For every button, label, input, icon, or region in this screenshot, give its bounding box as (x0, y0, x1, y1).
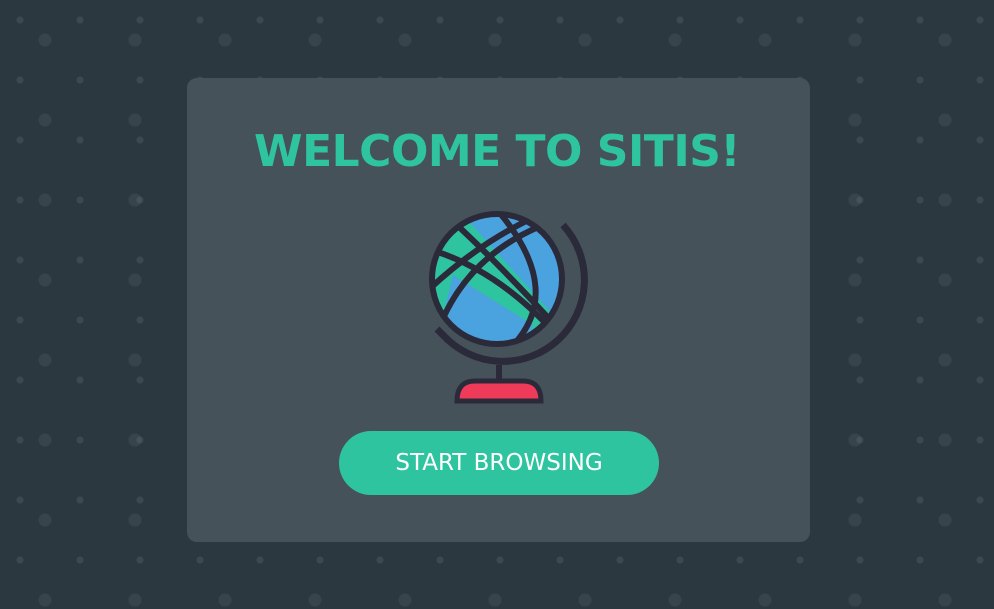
start-browsing-button[interactable]: START BROWSING (339, 431, 659, 495)
globe-icon (429, 211, 588, 404)
welcome-title: WELCOME TO SITIS! (254, 126, 740, 177)
